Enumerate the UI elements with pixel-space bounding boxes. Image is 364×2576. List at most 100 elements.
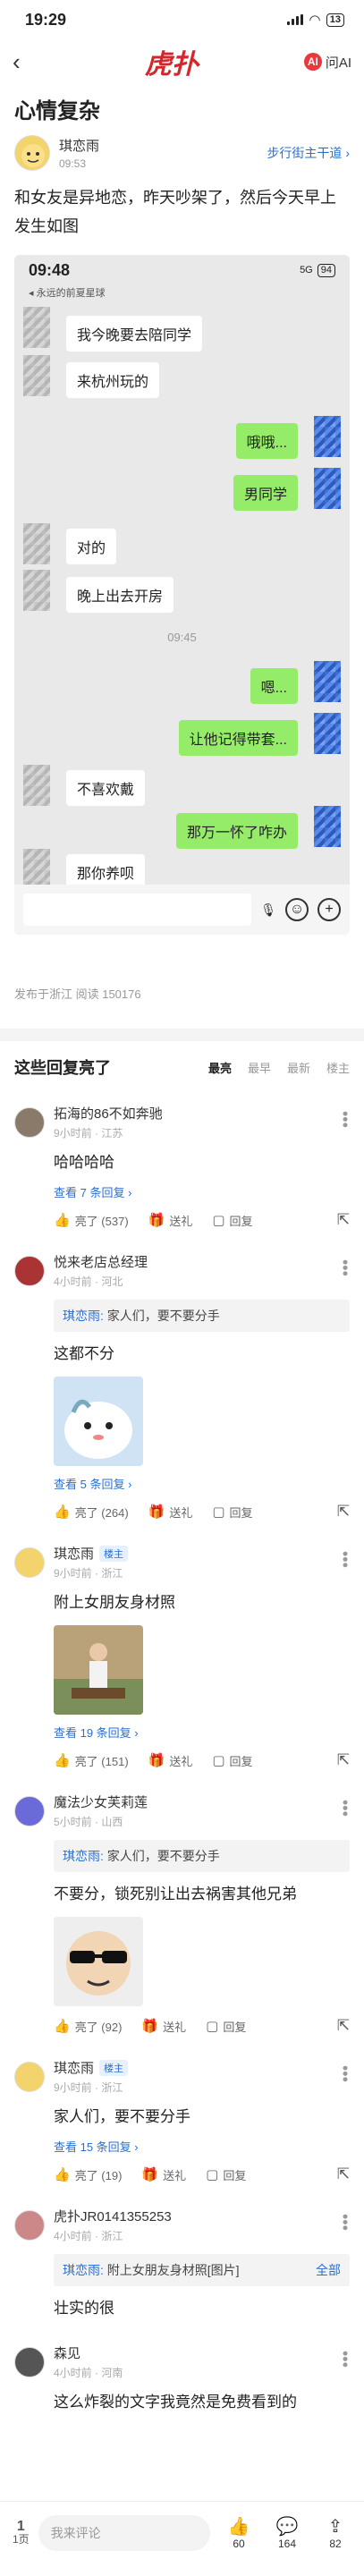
- more-icon[interactable]: •••: [336, 2214, 354, 2231]
- reply-avatar[interactable]: [14, 2346, 45, 2377]
- sticker-image[interactable]: [54, 1377, 143, 1466]
- shot-battery: 94: [317, 263, 335, 277]
- blurred-avatar: [23, 523, 50, 564]
- gift-button[interactable]: 🎁 送礼: [141, 2166, 186, 2183]
- op-badge: 楼主: [99, 2059, 129, 2076]
- reply-button[interactable]: ▢ 回复: [206, 2166, 246, 2183]
- thumbs-up-icon: 👍: [54, 1504, 71, 1520]
- op-badge: 楼主: [99, 1545, 129, 1562]
- quoted-reply[interactable]: 琪恋雨: 附上女朋友身材照[图片] 全部: [54, 2254, 350, 2286]
- more-icon[interactable]: •••: [336, 2065, 354, 2082]
- reply-author[interactable]: 魔法少女芙莉莲: [54, 1792, 148, 1811]
- author-avatar[interactable]: [14, 135, 50, 171]
- like-button[interactable]: 👍 亮了 (151): [54, 1752, 129, 1769]
- gift-button[interactable]: 🎁 送礼: [148, 1212, 193, 1229]
- reply-button[interactable]: ▢ 回复: [212, 1752, 252, 1769]
- like-button[interactable]: 👍 亮了 (19): [54, 2166, 122, 2183]
- reply-author[interactable]: 拓海的86不如奔驰: [54, 1104, 163, 1123]
- share-icon[interactable]: ⇱: [337, 1211, 350, 1229]
- blurred-avatar: [314, 468, 341, 509]
- more-icon[interactable]: •••: [336, 1111, 354, 1128]
- blurred-avatar: [23, 570, 50, 611]
- share-icon[interactable]: ⇱: [337, 2165, 350, 2183]
- like-button[interactable]: 👍 亮了 (264): [54, 1504, 129, 1521]
- shot-subtitle: ◂ 永远的前夏星球: [29, 288, 106, 299]
- meme-image[interactable]: [54, 1917, 143, 2006]
- reply-item: 虎扑JR0141355253 4小时前 · 浙江 ••• 琪恋雨: 附上女朋友身…: [0, 2194, 364, 2331]
- comments-button[interactable]: 💬 164: [267, 2516, 307, 2550]
- more-icon[interactable]: •••: [336, 1551, 354, 1568]
- chat-message: 晚上出去开房: [66, 577, 174, 613]
- reply-avatar[interactable]: [14, 1546, 45, 1578]
- reply-time: 4小时前 · 河北: [54, 1275, 123, 1288]
- view-more-replies[interactable]: 查看 19 条回复 ›: [14, 1715, 350, 1741]
- reply-author[interactable]: 悦来老店总经理: [54, 1252, 148, 1271]
- view-more-replies[interactable]: 查看 5 条回复 ›: [14, 1466, 350, 1492]
- reply-author[interactable]: 琪恋雨: [54, 2058, 94, 2077]
- gift-button[interactable]: 🎁 送礼: [141, 2018, 186, 2035]
- photo-image[interactable]: [54, 1625, 143, 1715]
- more-icon[interactable]: •••: [336, 2351, 354, 2368]
- author-name[interactable]: 琪恋雨: [59, 136, 258, 155]
- gift-icon: 🎁: [148, 1504, 165, 1520]
- blurred-avatar: [314, 661, 341, 702]
- comment-input[interactable]: 我来评论: [38, 2514, 210, 2551]
- share-button[interactable]: ⇪ 82: [316, 2516, 355, 2550]
- share-icon: ⇪: [327, 2516, 343, 2537]
- gift-icon: 🎁: [148, 1213, 165, 1228]
- reply-avatar[interactable]: [14, 2209, 45, 2241]
- more-icon[interactable]: •••: [336, 1259, 354, 1276]
- reply-author[interactable]: 虎扑JR0141355253: [54, 2207, 172, 2225]
- like-post-button[interactable]: 👍 60: [219, 2516, 258, 2550]
- reply-time: 4小时前 · 浙江: [54, 2230, 123, 2242]
- back-icon[interactable]: ‹: [13, 48, 39, 76]
- chat-message: 让他记得带套...: [178, 720, 298, 756]
- chat-screenshot-image[interactable]: 09:48 5G 94 ◂ 永远的前夏星球 我今晚要去陪同学 来杭州玩的 哦哦.…: [14, 255, 350, 935]
- share-icon[interactable]: ⇱: [337, 2017, 350, 2035]
- chat-message: 哦哦...: [235, 423, 298, 459]
- ask-ai-button[interactable]: AI 问AI: [303, 53, 351, 72]
- reply-text: 这都不分: [54, 1345, 114, 1362]
- gift-icon: 🎁: [141, 2167, 159, 2182]
- reply-avatar[interactable]: [14, 1255, 45, 1286]
- chat-message: 对的: [66, 529, 117, 564]
- chat-message: 不喜欢戴: [66, 770, 146, 806]
- gift-button[interactable]: 🎁 送礼: [148, 1752, 193, 1769]
- blurred-avatar: [314, 713, 341, 754]
- reply-button[interactable]: ▢ 回复: [212, 1504, 252, 1521]
- reply-item: 悦来老店总经理 4小时前 · 河北 ••• 琪恋雨: 家人们，要不要分手 这都不…: [0, 1240, 364, 1531]
- reply-author[interactable]: 琪恋雨: [54, 1544, 94, 1563]
- reply-avatar[interactable]: [14, 1795, 45, 1826]
- avatar-image: [21, 144, 45, 167]
- sort-tab-op[interactable]: 楼主: [326, 1059, 350, 1076]
- sort-tab-hot[interactable]: 最亮: [208, 1059, 232, 1076]
- sort-tab-earliest[interactable]: 最早: [248, 1059, 271, 1076]
- view-more-replies[interactable]: 查看 15 条回复 ›: [14, 2129, 350, 2155]
- share-icon[interactable]: ⇱: [337, 1503, 350, 1521]
- like-button[interactable]: 👍 亮了 (92): [54, 2018, 122, 2035]
- sort-tab-latest[interactable]: 最新: [287, 1059, 310, 1076]
- app-logo: 虎扑: [144, 49, 199, 80]
- view-more-replies[interactable]: 查看 7 条回复 ›: [14, 1174, 350, 1200]
- reply-text: 附上女朋友身材照: [54, 1594, 175, 1611]
- page-indicator[interactable]: 1 1页: [13, 2519, 30, 2546]
- reply-avatar[interactable]: [14, 1106, 45, 1138]
- reply-button[interactable]: ▢ 回复: [206, 2018, 246, 2035]
- gift-button[interactable]: 🎁 送礼: [148, 1504, 193, 1521]
- board-link[interactable]: 步行街主干道 ›: [267, 144, 350, 162]
- share-icon[interactable]: ⇱: [337, 1751, 350, 1769]
- reply-button[interactable]: ▢ 回复: [212, 1212, 252, 1229]
- mic-icon: 🎙: [260, 902, 276, 917]
- chat-message: 我今晚要去陪同学: [66, 316, 203, 352]
- signal-icon: [287, 14, 304, 25]
- quote-author: 琪恋雨:: [63, 1309, 104, 1323]
- ask-ai-label: 问AI: [325, 55, 351, 71]
- quoted-reply[interactable]: 琪恋雨: 家人们，要不要分手: [54, 1840, 350, 1872]
- quoted-reply[interactable]: 琪恋雨: 家人们，要不要分手: [54, 1300, 350, 1332]
- more-icon[interactable]: •••: [336, 1800, 354, 1817]
- post-time: 09:53: [59, 157, 87, 170]
- reply-author[interactable]: 森见: [54, 2343, 123, 2362]
- like-button[interactable]: 👍 亮了 (537): [54, 1212, 129, 1229]
- quote-expand-all[interactable]: 全部: [316, 2261, 341, 2279]
- reply-avatar[interactable]: [14, 2061, 45, 2092]
